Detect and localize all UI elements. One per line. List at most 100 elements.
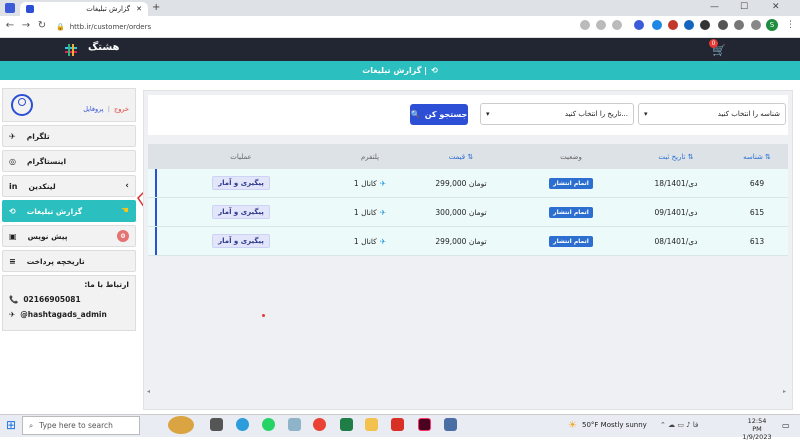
contact-phone[interactable]: 02166905081 xyxy=(23,295,80,304)
close-window-icon[interactable]: ✕ xyxy=(772,2,780,12)
scroll-right-icon[interactable]: ▸ xyxy=(783,388,786,395)
bookmark-icon[interactable] xyxy=(612,20,622,30)
track-stats-button[interactable]: پیگیری و آمار xyxy=(212,234,270,248)
back-icon[interactable]: ← xyxy=(4,20,16,31)
extension-icon[interactable] xyxy=(700,20,710,30)
logout-link[interactable]: خروج xyxy=(114,105,129,113)
header-ops: عملیات xyxy=(230,152,252,161)
slack-logo-icon xyxy=(64,44,78,56)
header-price[interactable]: قیمت ⇅ xyxy=(406,144,516,169)
page-title: گزارش تبلیغات | xyxy=(362,66,428,75)
contact-telegram[interactable]: @hashtagads_admin xyxy=(20,310,107,319)
browser-menu-dots-icon[interactable]: ⋮ xyxy=(786,20,795,30)
extensions-puzzle-icon[interactable] xyxy=(734,20,744,30)
new-tab-icon[interactable]: + xyxy=(152,2,160,13)
whatsapp-icon[interactable] xyxy=(262,418,275,431)
hand-pointing-icon: ☚ xyxy=(120,206,129,216)
lock-icon: 🔒 xyxy=(56,23,65,31)
header-id[interactable]: شناسه ⇅ xyxy=(726,144,788,169)
task-view-icon[interactable] xyxy=(210,418,223,431)
paint-icon[interactable] xyxy=(288,418,301,431)
minimize-icon[interactable]: — xyxy=(710,2,719,12)
sidebar: خروج | پروفایل ✈ تلگرام ◎ اینستاگرام in … xyxy=(2,88,136,331)
table-row: پیگیری و آمار 1 کانال ✈ 299,000 تومان اتم… xyxy=(148,169,788,198)
id-cell: 615 xyxy=(749,207,765,217)
notification-icon[interactable]: ▭ xyxy=(782,421,790,430)
excel-icon[interactable] xyxy=(340,418,353,431)
extension-icon[interactable] xyxy=(634,20,644,30)
url-field[interactable]: 🔒 httb.ir/customer/orders xyxy=(56,19,616,35)
forward-icon[interactable]: → xyxy=(20,20,32,31)
chrome-icon[interactable] xyxy=(313,418,326,431)
date-select[interactable]: ▾ تاریخ را انتخاب کنید... xyxy=(480,103,634,125)
id-cell: 649 xyxy=(749,178,765,188)
date-cell: 18/دی/1401 xyxy=(654,178,698,188)
profile-link[interactable]: پروفایل xyxy=(83,105,103,113)
indesign-icon[interactable] xyxy=(418,418,431,431)
extension-icon[interactable] xyxy=(684,20,694,30)
telegram-app-icon[interactable] xyxy=(236,418,249,431)
sidebar-item-telegram[interactable]: ✈ تلگرام xyxy=(2,125,136,147)
share-icon[interactable] xyxy=(596,20,606,30)
status-badge: اتمام انتشار xyxy=(549,206,593,218)
site-header xyxy=(0,38,800,61)
scroll-left-icon[interactable]: ◂ xyxy=(147,388,150,395)
windows-start-icon[interactable]: ⊞ xyxy=(6,418,16,432)
profile-links: خروج | پروفایل xyxy=(83,105,129,113)
profile-avatar[interactable]: S xyxy=(766,19,778,31)
table-row: پیگیری و آمار 1 کانال ✈ 299,000 تومان اتم… xyxy=(148,227,788,256)
coins-icon: ≡ xyxy=(9,256,16,266)
close-tab-icon[interactable]: ✕ xyxy=(136,5,142,13)
search-button-label: جستجو کن xyxy=(424,110,468,119)
id-select[interactable]: ▾ شناسه را انتخاب کنید xyxy=(638,103,786,125)
reload-icon[interactable]: ↻ xyxy=(36,20,48,31)
cart-button[interactable]: 🛒 0 xyxy=(709,39,726,57)
taskbar-search[interactable]: ⌕ Type here to search xyxy=(22,416,140,435)
contact-box: ارتباط با ما: 📞 02166905081 ✈ @hashtagad… xyxy=(2,275,136,331)
platform-text: 1 کانال xyxy=(353,207,377,217)
url-text: httb.ir/customer/orders xyxy=(69,23,152,31)
maximize-icon[interactable]: ☐ xyxy=(740,2,748,12)
tray-icons[interactable]: ⌃ ☁ ▭ ♪ فا xyxy=(660,421,698,429)
history-icon: ⟲ xyxy=(431,66,438,75)
calculator-icon[interactable] xyxy=(444,418,457,431)
clock-time: 12:54 PM xyxy=(747,417,767,433)
track-stats-button[interactable]: پیگیری و آمار xyxy=(212,176,270,190)
cursor-dot xyxy=(262,314,265,317)
browser-tab[interactable]: گزارش تبلیغات ✕ xyxy=(20,2,148,16)
browser-menu-icon[interactable] xyxy=(5,3,15,13)
chevron-down-icon: ▾ xyxy=(644,110,648,118)
pdf-icon[interactable] xyxy=(391,418,404,431)
sidepanel-icon[interactable] xyxy=(751,20,761,30)
extension-icon[interactable] xyxy=(718,20,728,30)
header-date[interactable]: تاریخ ثبت ⇅ xyxy=(626,144,726,169)
key-icon[interactable] xyxy=(580,20,590,30)
file-explorer-icon[interactable] xyxy=(365,418,378,431)
sidebar-item-ad-report[interactable]: ⟲ گزارش تبلیغات ☚ xyxy=(2,200,136,222)
search-button[interactable]: 🔍 جستجو کن xyxy=(410,104,468,125)
tab-favicon-icon xyxy=(26,5,34,13)
sidebar-item-instagram[interactable]: ◎ اینستاگرام xyxy=(2,150,136,172)
id-select-value: شناسه را انتخاب کنید xyxy=(717,110,780,118)
sidebar-item-label: تاریخچه پرداخت xyxy=(26,256,85,266)
sidebar-item-payment-history[interactable]: ≡ تاریخچه پرداخت xyxy=(2,250,136,272)
sidebar-item-drafts[interactable]: ▣ پیش نویس 0 xyxy=(2,225,136,247)
taskbar-search-text: Type here to search xyxy=(39,421,113,430)
linkedin-icon: in xyxy=(9,181,18,191)
platform-text: 1 کانال xyxy=(353,236,377,246)
chevron-left-icon[interactable]: ‹ xyxy=(125,181,129,191)
price-cell: 299,000 تومان xyxy=(435,178,487,188)
phone-icon: 📞 xyxy=(9,295,19,304)
platform-text: 1 کانال xyxy=(353,178,377,188)
extension-icon[interactable] xyxy=(668,20,678,30)
draft-icon: ▣ xyxy=(9,231,17,241)
weather-text[interactable]: 50°F Mostly sunny xyxy=(582,421,647,429)
track-stats-button[interactable]: پیگیری و آمار xyxy=(212,205,270,219)
sidebar-item-linkedin[interactable]: in لینکدین ‹ xyxy=(2,175,136,197)
clock[interactable]: 12:54 PM 1/9/2023 xyxy=(742,417,772,441)
extension-icon[interactable] xyxy=(652,20,662,30)
orders-table: عملیات پلتفرم قیمت ⇅ وضعیت تاریخ ثبت ⇅ ش… xyxy=(148,144,788,256)
user-avatar-icon[interactable] xyxy=(11,94,33,116)
site-brand[interactable]: هشتگ xyxy=(88,42,119,53)
table-header: عملیات پلتفرم قیمت ⇅ وضعیت تاریخ ثبت ⇅ ش… xyxy=(148,144,788,169)
